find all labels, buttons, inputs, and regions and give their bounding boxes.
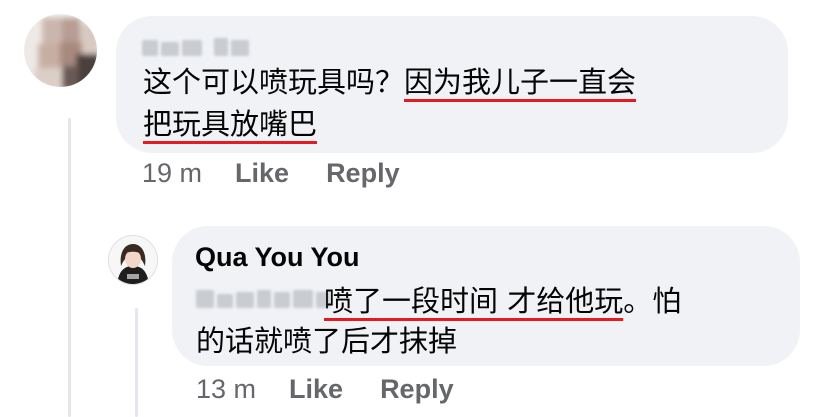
avatar[interactable] [24,14,97,87]
reply-author-name[interactable]: Qua You You [195,242,360,273]
comment-text-underlined: 因为我儿子一直会 [404,65,637,99]
reply-text-line-2: 的话就喷了后才抹掉 [196,323,457,359]
author-name-redacted[interactable] [142,36,249,56]
like-button[interactable]: Like [289,374,343,405]
avatar[interactable] [108,235,158,285]
comment-text-plain: 这个可以喷玩具吗？ [143,65,405,99]
blurred-avatar-icon [24,14,97,87]
reply-text-line-1: 喷了一段时间 才给他玩。怕 [324,283,681,319]
thread-line-main [68,118,71,417]
reply-button[interactable]: Reply [380,374,454,405]
thread-line-reply [135,308,138,417]
like-button[interactable]: Like [235,158,289,189]
reply-timestamp[interactable]: 13 m [196,374,256,405]
reply-text-plain: 。怕 [623,284,682,318]
comment-text-line-1: 这个可以喷玩具吗？因为我儿子一直会 [143,64,636,100]
comment-text-line-2: 把玩具放嘴巴 [143,106,317,142]
comment-timestamp[interactable]: 19 m [142,158,202,189]
profile-photo-icon [109,236,157,284]
mentioned-name-redacted[interactable] [196,286,330,308]
reply-text-plain: 的话就喷了后才抹掉 [196,324,458,358]
reply-button[interactable]: Reply [326,158,400,189]
reply-text-underlined: 喷了一段时间 才给他玩 [324,284,624,318]
comment-text-underlined: 把玩具放嘴巴 [143,107,318,141]
reply-actions: 13 m Like Reply [196,374,454,405]
comment-actions: 19 m Like Reply [142,158,400,189]
